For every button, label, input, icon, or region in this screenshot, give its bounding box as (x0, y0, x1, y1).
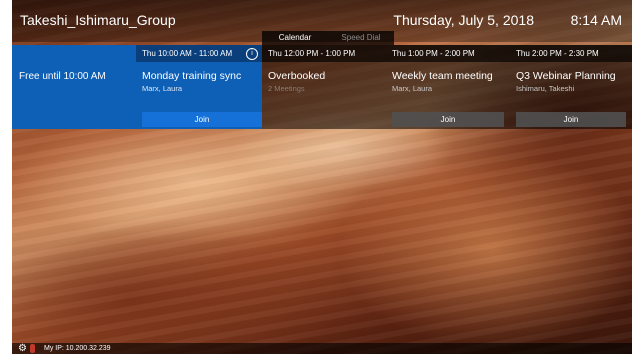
tab-speed-dial[interactable]: Speed Dial (328, 31, 394, 45)
join-button[interactable]: Join (142, 112, 262, 127)
meeting-card[interactable]: Thu 1:00 PM - 2:00 PM Weekly team meetin… (386, 45, 510, 129)
frame-right (632, 0, 644, 354)
time-display: 8:14 AM (570, 12, 622, 28)
tab-calendar[interactable]: Calendar (262, 31, 328, 45)
room-name: Takeshi_Ishimaru_Group (20, 12, 176, 28)
tab-bar: Calendar Speed Dial (262, 31, 394, 45)
status-bar: ⚙ My IP: 10.200.32.239 (12, 343, 632, 354)
meeting-card[interactable]: Thu 10:00 AM - 11:00 AM i Monday trainin… (136, 45, 262, 129)
gear-icon[interactable]: ⚙ (18, 343, 27, 354)
join-button[interactable]: Join (392, 112, 504, 127)
meeting-time: Thu 2:00 PM - 2:30 PM (510, 45, 632, 62)
free-status-panel: Free until 10:00 AM (12, 45, 136, 129)
meeting-title: Weekly team meeting (392, 70, 493, 82)
meeting-organizer: Marx, Laura (392, 84, 433, 93)
join-button[interactable]: Join (516, 112, 626, 127)
meeting-card[interactable]: Thu 12:00 PM - 1:00 PM Overbooked 2 Meet… (262, 45, 386, 129)
frame-left (0, 0, 12, 354)
info-icon[interactable]: i (246, 48, 258, 60)
meeting-card[interactable]: Thu 2:00 PM - 2:30 PM Q3 Webinar Plannin… (510, 45, 632, 129)
meeting-organizer: Marx, Laura (142, 84, 183, 93)
meeting-title: Monday training sync (142, 70, 242, 82)
date-display: Thursday, July 5, 2018 (393, 12, 534, 28)
meeting-title: Q3 Webinar Planning (516, 70, 616, 82)
calendar-strip: Free until 10:00 AM Thu 10:00 AM - 11:00… (12, 45, 632, 129)
meeting-organizer: Ishimaru, Takeshi (516, 84, 575, 93)
mic-muted-icon[interactable] (30, 344, 35, 353)
meeting-title: Overbooked (268, 70, 326, 82)
meeting-time: Thu 1:00 PM - 2:00 PM (386, 45, 510, 62)
meeting-count: 2 Meetings (268, 84, 305, 93)
meeting-time: Thu 10:00 AM - 11:00 AM i (136, 45, 262, 62)
ip-address: My IP: 10.200.32.239 (44, 345, 111, 352)
meeting-time: Thu 12:00 PM - 1:00 PM (262, 45, 386, 62)
free-status-label: Free until 10:00 AM (19, 71, 106, 82)
